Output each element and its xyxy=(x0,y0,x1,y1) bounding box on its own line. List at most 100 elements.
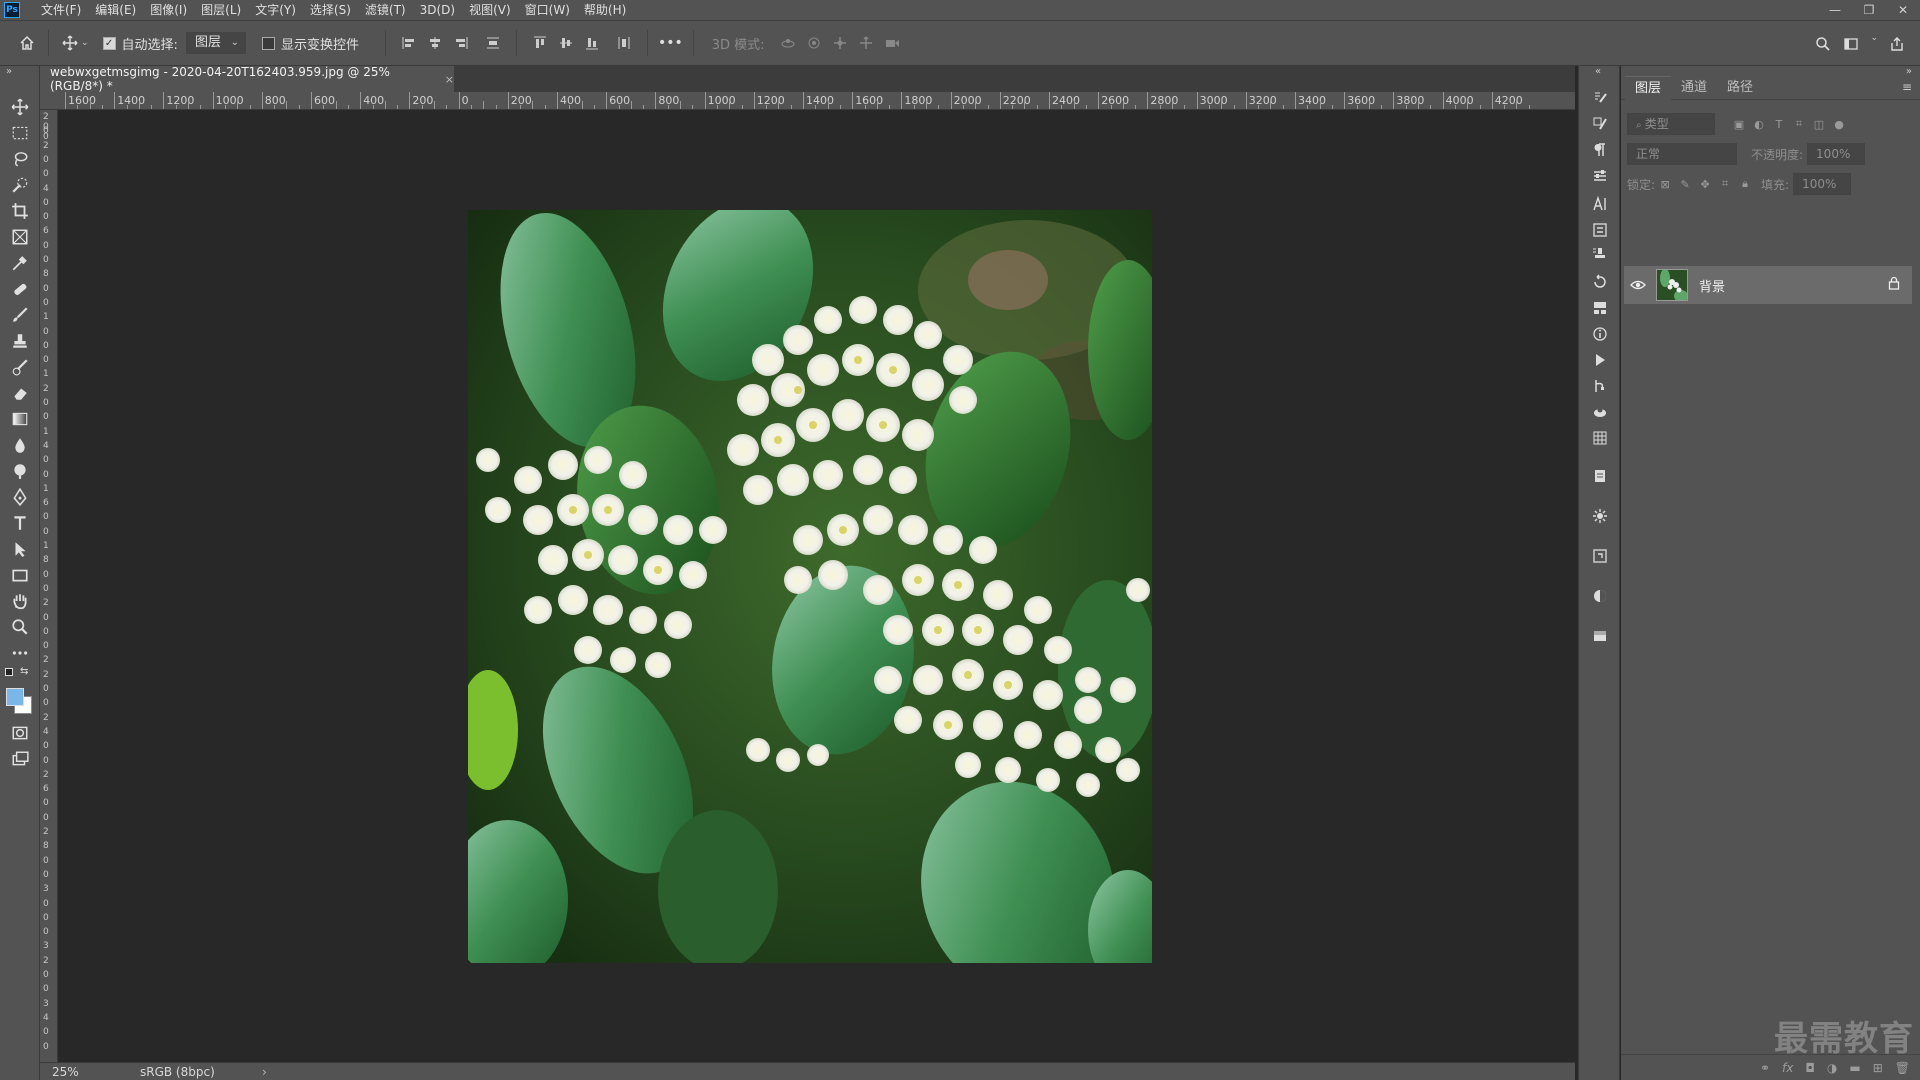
vertical-ruler[interactable]: 2 0 0 0 2 0 0 4 0 0 6 0 0 8 0 0 1 0 0 0 1 2 0 0 1 4 0 0 1 6 0 0 1 8 0 0 2 0 0 0… xyxy=(40,110,58,1062)
new-layer-icon[interactable]: ⊞ xyxy=(1873,1061,1883,1075)
gradient-tool-icon[interactable] xyxy=(8,408,32,430)
zoom-level[interactable]: 25% xyxy=(52,1065,102,1079)
type-tool-icon[interactable] xyxy=(8,512,32,534)
align-left-icon[interactable] xyxy=(396,32,422,54)
foreground-color-swatch[interactable] xyxy=(6,688,24,706)
tab-paths[interactable]: 路径 xyxy=(1717,76,1763,100)
folder-icon[interactable]: ▬ xyxy=(1849,1061,1860,1075)
auto-select-target-dropdown[interactable]: 图层 ⌄ xyxy=(185,32,246,54)
menu-view[interactable]: 视图(V) xyxy=(462,0,518,20)
healing-brush-tool-icon[interactable] xyxy=(8,278,32,300)
color-panel-icon[interactable] xyxy=(1590,586,1610,606)
menu-layer[interactable]: 图层(L) xyxy=(194,0,248,20)
marquee-tool-icon[interactable] xyxy=(8,122,32,144)
fx-icon[interactable]: fx xyxy=(1782,1061,1793,1075)
layer-row[interactable]: 背景 xyxy=(1624,266,1912,304)
filter-shape-icon[interactable]: ⌗ xyxy=(1789,114,1809,134)
menu-help[interactable]: 帮助(H) xyxy=(577,0,633,20)
lock-image-icon[interactable]: ✎ xyxy=(1675,174,1695,194)
auto-select-checkbox[interactable]: ✓ xyxy=(102,36,116,50)
move-tool-preset-icon[interactable] xyxy=(59,32,81,54)
document-image[interactable] xyxy=(468,210,1152,963)
photoshop-logo-icon[interactable]: Ps xyxy=(4,2,20,18)
actions-history-icon[interactable] xyxy=(1590,272,1610,292)
clone-stamp-tool-icon[interactable] xyxy=(8,330,32,352)
filter-adjustment-icon[interactable]: ◐ xyxy=(1749,114,1769,134)
color-profile-info[interactable]: sRGB (8bpc) xyxy=(140,1065,215,1079)
menu-image[interactable]: 图像(I) xyxy=(143,0,194,20)
adjustments-panel-icon[interactable] xyxy=(1590,506,1610,526)
align-bottom-icon[interactable] xyxy=(579,32,605,54)
align-top-icon[interactable] xyxy=(527,32,553,54)
3d-camera-icon[interactable] xyxy=(879,32,905,54)
share-icon[interactable] xyxy=(1886,33,1908,55)
lock-transparent-icon[interactable]: ⊠ xyxy=(1655,174,1675,194)
align-center-h-icon[interactable] xyxy=(422,32,448,54)
align-middle-v-icon[interactable] xyxy=(553,32,579,54)
align-right-icon[interactable] xyxy=(448,32,474,54)
close-window-button[interactable]: ✕ xyxy=(1886,0,1920,20)
quick-mask-icon[interactable] xyxy=(8,722,32,744)
brush-settings-icon[interactable] xyxy=(1590,114,1610,134)
path-selection-tool-icon[interactable] xyxy=(8,538,32,560)
collapse-arrows-icon[interactable]: « xyxy=(1595,66,1601,77)
screen-mode-icon[interactable] xyxy=(8,748,32,770)
menu-filter[interactable]: 滤镜(T) xyxy=(358,0,413,20)
mask-icon[interactable]: ◘ xyxy=(1805,1061,1815,1075)
chevron-down-icon[interactable]: ⌄ xyxy=(1870,33,1878,43)
quick-selection-tool-icon[interactable] xyxy=(8,174,32,196)
eyedropper-tool-icon[interactable] xyxy=(8,252,32,274)
3d-panel-icon[interactable] xyxy=(1590,402,1610,422)
fill-input[interactable]: 100% xyxy=(1793,173,1852,195)
default-colors-icon[interactable] xyxy=(5,668,13,676)
zoom-tool-icon[interactable] xyxy=(8,616,32,638)
distribute-vertical-icon[interactable] xyxy=(480,32,506,54)
lock-position-icon[interactable]: ✥ xyxy=(1695,174,1715,194)
history-brush-tool-icon[interactable] xyxy=(8,356,32,378)
3d-orbit-icon[interactable] xyxy=(775,32,801,54)
filter-pixel-icon[interactable]: ▣ xyxy=(1729,114,1749,134)
more-options-button[interactable]: ••• xyxy=(658,35,683,51)
horizontal-ruler[interactable]: 1600 1400 1200 1000 800 600 400 200 0 200 400 600 80… xyxy=(40,92,1575,110)
canvas-area[interactable] xyxy=(58,110,1561,1062)
swatches-panel-icon[interactable] xyxy=(1590,626,1610,646)
move-tool-icon[interactable] xyxy=(8,96,32,118)
export-panel-icon[interactable] xyxy=(1590,546,1610,566)
workspace-icon[interactable] xyxy=(1840,33,1862,55)
filter-toggle-icon[interactable]: ● xyxy=(1829,114,1849,134)
clone-source-icon[interactable] xyxy=(1590,244,1610,264)
lasso-tool-icon[interactable] xyxy=(8,148,32,170)
more-tools-icon[interactable] xyxy=(8,642,32,664)
search-icon[interactable] xyxy=(1812,33,1834,55)
menu-file[interactable]: 文件(F) xyxy=(34,0,88,20)
link-icon[interactable]: ⚭ xyxy=(1760,1061,1770,1075)
adjustment-icon[interactable]: ◑ xyxy=(1827,1061,1837,1075)
pen-tool-icon[interactable] xyxy=(8,486,32,508)
filter-type-icon[interactable]: T xyxy=(1769,114,1789,134)
lock-all-icon[interactable]: 🔒︎ xyxy=(1735,174,1755,194)
glyphs-panel-icon[interactable] xyxy=(1590,220,1610,240)
menu-type[interactable]: 文字(Y) xyxy=(248,0,303,20)
show-transform-checkbox[interactable] xyxy=(261,36,275,50)
home-icon[interactable] xyxy=(16,32,38,54)
frame-tool-icon[interactable] xyxy=(8,226,32,248)
panel-menu-icon[interactable]: ≡ xyxy=(1902,80,1912,94)
tab-channels[interactable]: 通道 xyxy=(1671,76,1717,100)
filter-smart-object-icon[interactable]: ◫ xyxy=(1809,114,1829,134)
info-panel-icon[interactable] xyxy=(1590,324,1610,344)
history-panel-icon[interactable] xyxy=(1590,88,1610,108)
swap-colors-icon[interactable]: ⇆ xyxy=(20,666,28,677)
tab-layers[interactable]: 图层 xyxy=(1625,75,1672,100)
chevron-down-icon[interactable]: ⌄ xyxy=(81,38,89,48)
dodge-tool-icon[interactable] xyxy=(8,460,32,482)
menu-edit[interactable]: 编辑(E) xyxy=(88,0,143,20)
minimize-button[interactable]: — xyxy=(1818,0,1852,20)
timeline-grid-icon[interactable] xyxy=(1590,428,1610,448)
eraser-tool-icon[interactable] xyxy=(8,382,32,404)
properties-panel-icon[interactable] xyxy=(1590,166,1610,186)
paths-icon[interactable] xyxy=(1590,376,1610,396)
distribute-horizontal-icon[interactable] xyxy=(611,32,637,54)
layer-filter-dropdown[interactable]: ⌕ 类型 xyxy=(1627,113,1715,135)
lock-artboard-icon[interactable]: ⌗ xyxy=(1715,174,1735,194)
3d-roll-icon[interactable] xyxy=(801,32,827,54)
